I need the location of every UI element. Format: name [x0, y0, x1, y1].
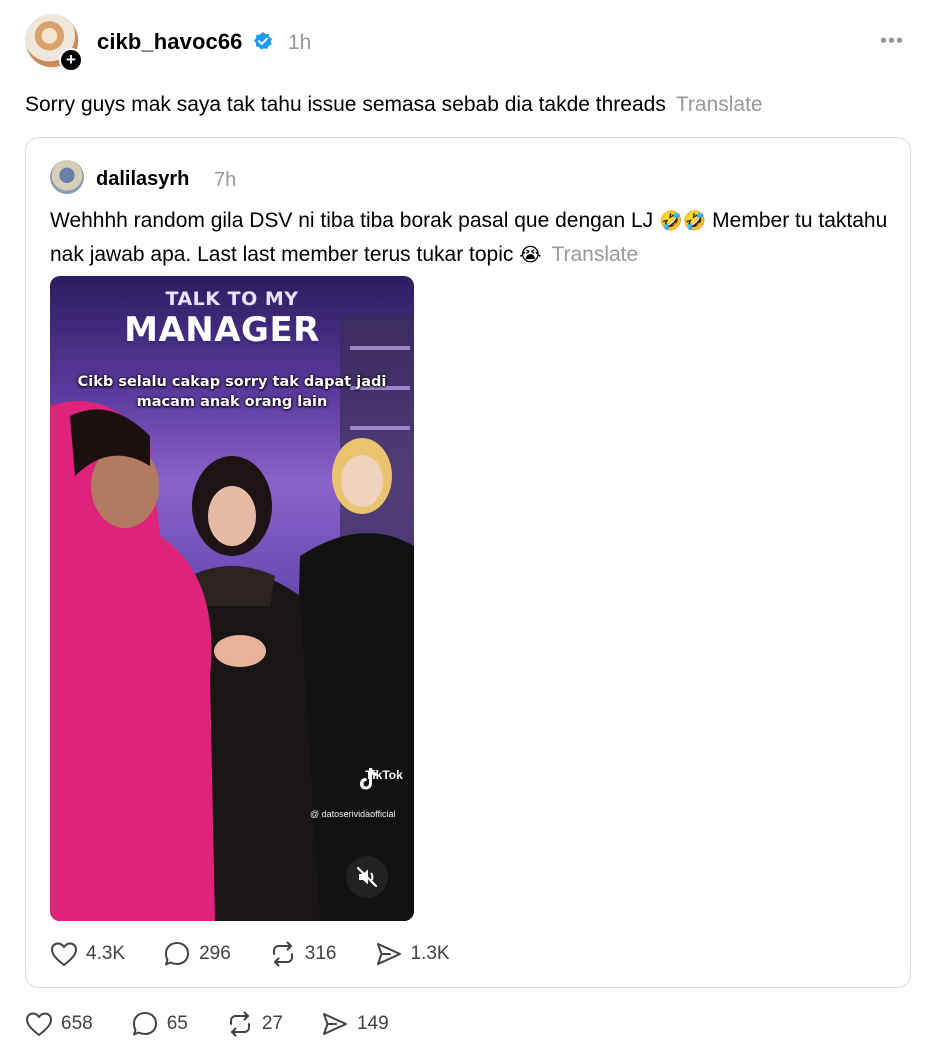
author-username[interactable]: cikb_havoc66: [97, 29, 243, 55]
show-logo-main: MANAGER: [124, 310, 320, 350]
post-action-bar: 658 65 27 149: [25, 1010, 427, 1038]
quoted-translate-link[interactable]: Translate: [551, 243, 638, 266]
quoted-like-button[interactable]: 4.3K: [50, 941, 125, 967]
tiktok-handle: @ datoserividaofficial: [310, 809, 396, 819]
video-caption: Cikb selalu cakap sorry tak dapat jadi m…: [77, 374, 387, 410]
share-count: 149: [356, 1013, 389, 1034]
quoted-post-timestamp: 7h: [214, 169, 237, 191]
heart-icon: [26, 1012, 52, 1036]
quoted-reply-button[interactable]: 296: [163, 940, 231, 968]
thread-post: + cikb_havoc66 1h ••• Sorry guys mak say…: [0, 0, 944, 1052]
share-send-icon: [322, 1013, 347, 1035]
quoted-post-text: Wehhhh random gila DSV ni tiba tiba bora…: [50, 204, 890, 272]
author-avatar-wrap[interactable]: +: [25, 14, 83, 72]
quoted-author-username[interactable]: dalilasyrh: [96, 168, 189, 191]
like-count: 658: [61, 1013, 93, 1034]
quoted-share-count: 1.3K: [410, 943, 450, 964]
reply-bubble-icon: [132, 1012, 157, 1036]
quoted-repost-button[interactable]: 316: [269, 940, 337, 968]
repost-icon: [272, 941, 293, 967]
follow-plus-icon[interactable]: +: [59, 48, 83, 72]
heart-icon: [51, 942, 77, 966]
crying-emoji: 😭: [519, 244, 542, 266]
quoted-repost-count: 316: [304, 943, 337, 964]
reply-bubble-icon: [165, 942, 190, 966]
post-body: Sorry guys mak saya tak tahu issue semas…: [25, 93, 666, 116]
translate-link[interactable]: Translate: [676, 93, 763, 116]
quoted-like-count: 4.3K: [86, 943, 126, 964]
verified-badge-icon: [254, 32, 272, 50]
share-send-icon: [376, 943, 401, 965]
muted-speaker-icon: [356, 866, 378, 888]
post-text: Sorry guys mak saya tak tahu issue semas…: [25, 92, 763, 118]
quoted-text-part1: Wehhhh random gila DSV ni tiba tiba bora…: [50, 209, 660, 232]
show-logo-top: TALK TO MY: [165, 288, 299, 310]
tiktok-watermark: TikTok: [356, 766, 412, 790]
repost-button[interactable]: 27: [226, 1010, 283, 1038]
reply-count: 65: [166, 1013, 188, 1034]
tiktok-logo-icon: [360, 768, 377, 790]
like-button[interactable]: 658: [25, 1011, 93, 1037]
quoted-post-card[interactable]: dalilasyrh 7h Wehhhh random gila DSV ni …: [25, 137, 911, 988]
share-button[interactable]: 149: [321, 1010, 389, 1038]
repost-count: 27: [261, 1013, 283, 1034]
video-player[interactable]: TALK TO MY MANAGER Cikb selalu cakap sor…: [50, 276, 414, 921]
quoted-action-bar: 4.3K 296 316 1.3K: [50, 940, 488, 968]
repost-icon: [229, 1011, 250, 1037]
reply-button[interactable]: 65: [131, 1010, 188, 1038]
mute-button[interactable]: [346, 856, 388, 898]
quoted-reply-count: 296: [199, 943, 231, 964]
rofl-emoji: 🤣🤣: [659, 210, 707, 232]
more-options-icon[interactable]: •••: [880, 30, 904, 53]
quoted-author-avatar[interactable]: [50, 160, 84, 194]
quoted-share-button[interactable]: 1.3K: [375, 940, 450, 968]
post-timestamp: 1h: [288, 31, 312, 54]
